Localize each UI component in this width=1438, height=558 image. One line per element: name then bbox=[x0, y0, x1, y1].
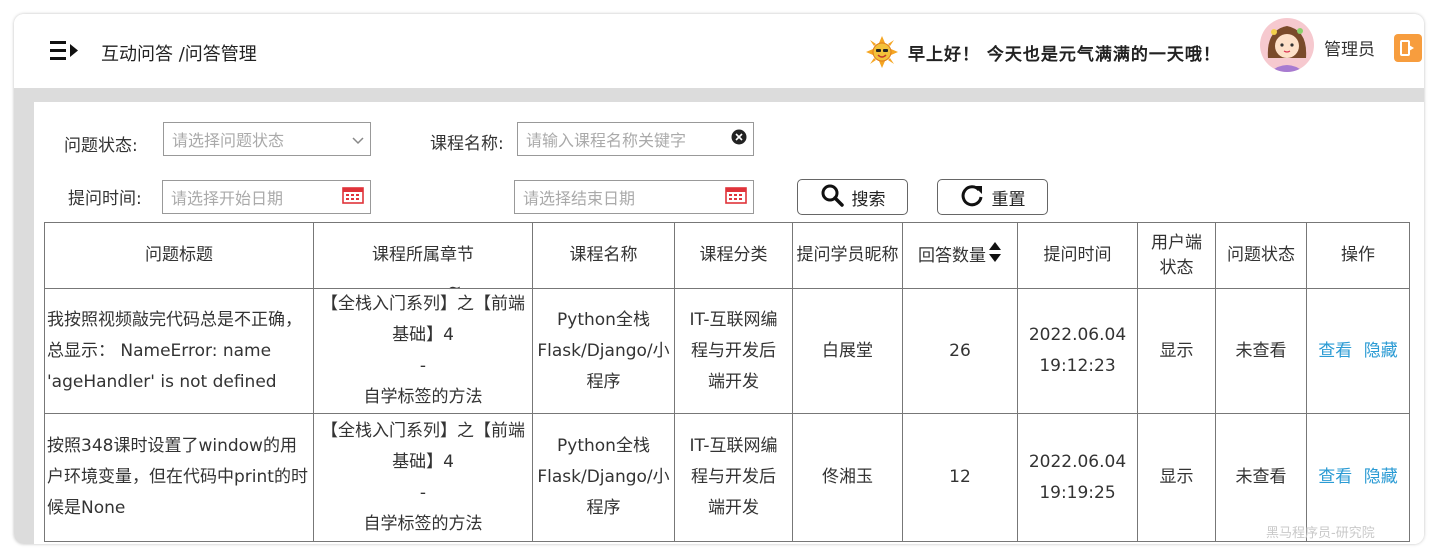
actions-cell: 查看 隐藏 bbox=[1306, 288, 1410, 414]
chapter-section: 自学标签的方法 bbox=[363, 387, 483, 407]
column-header-course: 课程名称 bbox=[532, 222, 675, 289]
course-category: IT-互联网编程与开发后端开发 bbox=[674, 413, 793, 542]
course-category: IT-互联网编程与开发后端开发 bbox=[674, 288, 793, 414]
column-header-title: 问题标题 bbox=[44, 222, 314, 289]
table-row: 我按照视频敲完代码总是不正确，总显示： NameError: name 'age… bbox=[44, 288, 1410, 414]
greeting-text: 早上好！ 今天也是元气满满的一天哦！ bbox=[908, 44, 1221, 65]
sort-icon[interactable] bbox=[988, 241, 1002, 271]
question-title: 按照348课时设置了window的用户环境变量，但在代码中print的时候是No… bbox=[44, 413, 314, 542]
ask-time: 2022.06.04 19:12:23 bbox=[1017, 288, 1138, 414]
course-name: Python全栈Flask/Django/小程序 bbox=[532, 288, 675, 414]
column-header-answers-label: 回答数量 bbox=[918, 245, 986, 266]
greeting: 早上好！ 今天也是元气满满的一天哦！ bbox=[866, 35, 1221, 69]
search-button[interactable]: 搜索 bbox=[797, 179, 908, 215]
column-header-status: 问题状态 bbox=[1215, 222, 1307, 289]
status-select[interactable]: 请选择问题状态 bbox=[163, 122, 371, 156]
column-header-student: 提问学员昵称 bbox=[792, 222, 903, 289]
watermark: 黑马程序员-研究院 bbox=[1266, 526, 1375, 541]
end-date-placeholder: 请选择结束日期 bbox=[523, 189, 636, 208]
status-label: 问题状态: bbox=[64, 136, 138, 156]
calendar-icon[interactable] bbox=[342, 186, 364, 208]
column-header-time: 提问时间 bbox=[1017, 222, 1138, 289]
answer-count: 26 bbox=[902, 288, 1018, 414]
app-frame: 互动问答 /问答管理 早上好！ 今天也是元气满满的一天哦！ 管理员 问题状态: … bbox=[14, 14, 1424, 544]
reset-button[interactable]: 重置 bbox=[937, 179, 1048, 215]
end-date-input[interactable]: 请选择结束日期 bbox=[514, 180, 754, 214]
search-button-label: 搜索 bbox=[851, 189, 886, 210]
client-status: 显示 bbox=[1137, 413, 1216, 542]
chapter-cell: 【全栈入门系列】之【前端基础】4 - 自学标签的方法 bbox=[313, 288, 533, 414]
start-date-placeholder: 请选择开始日期 bbox=[171, 189, 284, 208]
ask-clock: 19:19:25 bbox=[1039, 482, 1116, 503]
chapter-dash: - bbox=[419, 356, 427, 376]
course-name: Python全栈Flask/Django/小程序 bbox=[532, 413, 675, 542]
column-header-answers[interactable]: 回答数量 bbox=[902, 222, 1018, 289]
ask-date: 2022.06.04 bbox=[1028, 325, 1127, 345]
sun-icon bbox=[866, 36, 898, 68]
hide-link[interactable]: 隐藏 bbox=[1364, 341, 1398, 361]
ask-clock: 19:12:23 bbox=[1039, 356, 1116, 376]
top-bar: 互动问答 /问答管理 早上好！ 今天也是元气满满的一天哦！ 管理员 bbox=[14, 14, 1424, 88]
chapter-name: 【全栈入门系列】之【前端基础】4 bbox=[321, 294, 525, 345]
header-divider bbox=[14, 88, 1424, 102]
side-gutter bbox=[14, 102, 34, 544]
questions-table: 问题标题 课程所属章节 课程名称 课程分类 提问学员昵称 回答数量 提问时间 用… bbox=[44, 222, 1410, 542]
course-label: 课程名称: bbox=[430, 134, 504, 154]
course-placeholder: 请输入课程名称关键字 bbox=[526, 131, 687, 150]
column-header-actions: 操作 bbox=[1306, 222, 1410, 289]
chevron-down-icon bbox=[352, 130, 364, 149]
menu-toggle-icon[interactable] bbox=[48, 38, 80, 64]
username[interactable]: 管理员 bbox=[1324, 35, 1375, 60]
table-row: 按照348课时设置了window的用户环境变量，但在代码中print的时候是No… bbox=[44, 413, 1410, 542]
view-link[interactable]: 查看 bbox=[1318, 467, 1352, 487]
chapter-name: 【全栈入门系列】之【前端基础】4 bbox=[321, 420, 525, 472]
chapter-cell: 【全栈入门系列】之【前端基础】4 - 自学标签的方法 bbox=[313, 413, 533, 542]
start-date-input[interactable]: 请选择开始日期 bbox=[162, 180, 371, 214]
avatar[interactable] bbox=[1260, 18, 1314, 72]
column-header-client-status: 用户端状态 bbox=[1137, 222, 1216, 289]
table-header-row: 问题标题 课程所属章节 课程名称 课程分类 提问学员昵称 回答数量 提问时间 用… bbox=[44, 222, 1410, 289]
column-header-category: 课程分类 bbox=[674, 222, 793, 289]
breadcrumb: 互动问答 /问答管理 bbox=[101, 44, 257, 65]
student-nickname: 佟湘玉 bbox=[792, 413, 903, 542]
view-link[interactable]: 查看 bbox=[1318, 341, 1352, 361]
refresh-icon bbox=[960, 183, 992, 212]
client-status: 显示 bbox=[1137, 288, 1216, 414]
ask-time: 2022.06.04 19:19:25 bbox=[1017, 413, 1138, 542]
answer-count: 12 bbox=[902, 413, 1018, 542]
calendar-icon[interactable] bbox=[725, 186, 747, 208]
question-status: 未查看 bbox=[1215, 288, 1307, 414]
ask-date: 2022.06.04 bbox=[1028, 451, 1127, 472]
column-header-chapter: 课程所属章节 bbox=[313, 222, 533, 289]
main-content: 问题状态: 请选择问题状态 课程名称: 请输入课程名称关键字 提问时间: 请选择… bbox=[34, 102, 1424, 544]
search-icon bbox=[820, 183, 852, 212]
time-label: 提问时间: bbox=[68, 189, 142, 209]
course-input[interactable]: 请输入课程名称关键字 bbox=[517, 122, 754, 156]
chapter-section: 自学标签的方法 bbox=[363, 513, 483, 534]
logout-icon[interactable] bbox=[1394, 34, 1422, 62]
status-placeholder: 请选择问题状态 bbox=[172, 131, 285, 150]
student-nickname: 白展堂 bbox=[792, 288, 903, 414]
hide-link[interactable]: 隐藏 bbox=[1364, 467, 1398, 487]
reset-button-label: 重置 bbox=[991, 189, 1026, 210]
question-title: 我按照视频敲完代码总是不正确，总显示： NameError: name 'age… bbox=[44, 288, 314, 414]
clear-icon[interactable] bbox=[731, 129, 747, 149]
chapter-dash: - bbox=[419, 482, 427, 503]
